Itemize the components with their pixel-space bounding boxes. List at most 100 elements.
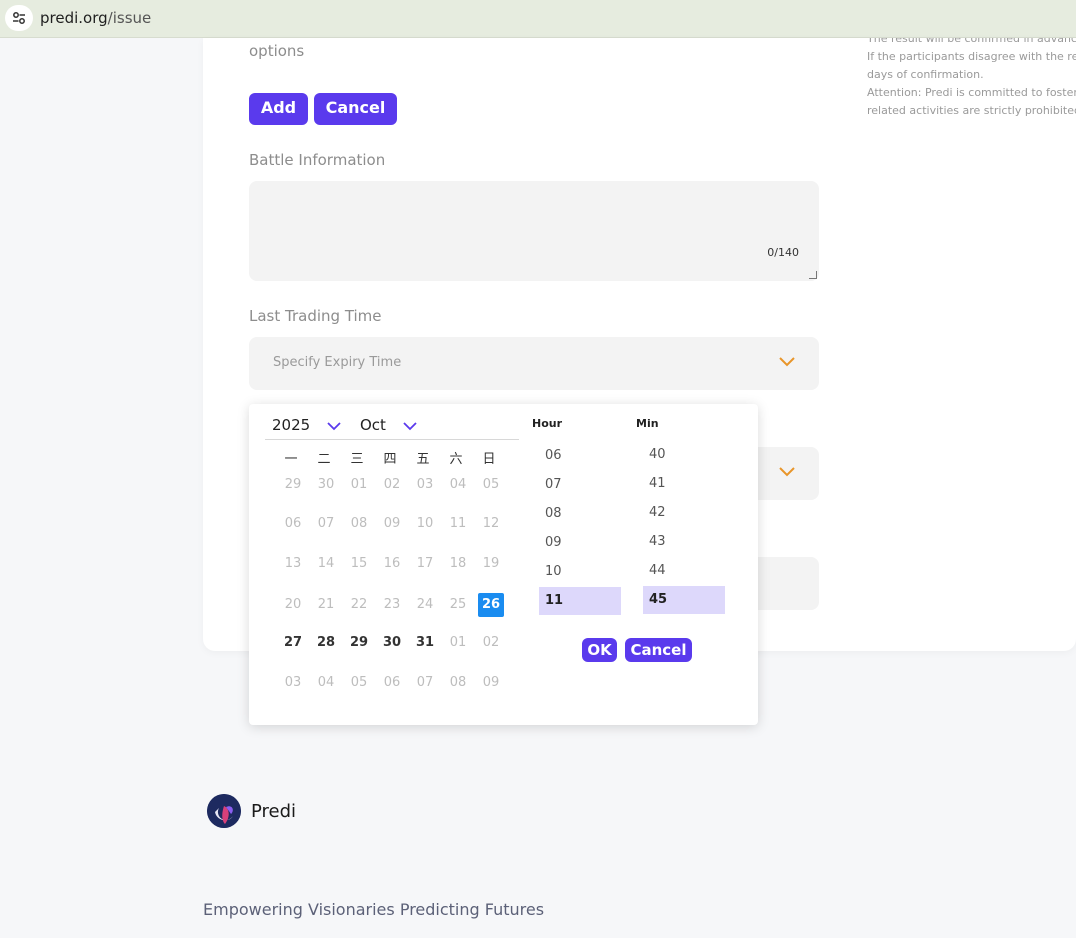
datetime-picker: 2025 Oct 一二三四五六日 29 30 01 02 03 04 05 06 07 08 09 1… <box>249 404 758 725</box>
day-cell[interactable]: 01 <box>346 473 372 497</box>
year-select[interactable]: 2025 <box>272 416 310 434</box>
picker-ok-button[interactable]: OK <box>582 638 617 662</box>
weekday-label: 二 <box>317 452 331 467</box>
hour-option[interactable]: 09 <box>539 529 621 557</box>
day-cell[interactable]: 03 <box>412 473 438 497</box>
weekday-label: 四 <box>383 452 397 467</box>
minute-option[interactable]: 42 <box>643 499 725 527</box>
picker-cancel-button[interactable]: Cancel <box>625 638 692 662</box>
day-cell[interactable]: 29 <box>346 631 372 655</box>
weekday-label: 五 <box>416 452 430 467</box>
day-cell[interactable]: 30 <box>313 473 339 497</box>
expiry-time-select[interactable]: Specify Expiry Time <box>249 337 819 390</box>
weekday-label: 三 <box>350 452 364 467</box>
chevron-down-icon <box>779 467 795 477</box>
day-cell[interactable]: 04 <box>445 473 471 497</box>
weekday-label: 一 <box>284 452 298 467</box>
cancel-button[interactable]: Cancel <box>314 93 397 125</box>
day-cell[interactable]: 05 <box>346 671 372 695</box>
day-cell[interactable]: 30 <box>379 631 405 655</box>
day-cell[interactable]: 05 <box>478 473 504 497</box>
day-cell[interactable]: 18 <box>445 552 471 576</box>
selected-minute-option[interactable]: 45 <box>643 586 725 614</box>
day-cell[interactable]: 15 <box>346 552 372 576</box>
day-cell[interactable]: 08 <box>346 512 372 536</box>
day-cell[interactable]: 09 <box>379 512 405 536</box>
note-line: days of confirmation. <box>867 68 984 81</box>
month-chevron-down-icon[interactable] <box>403 422 417 431</box>
note-line: The result will be confirmed in advance <box>867 38 1076 45</box>
url-domain: predi.org <box>40 9 108 27</box>
day-cell[interactable]: 28 <box>313 631 339 655</box>
day-cell[interactable]: 23 <box>379 593 405 617</box>
day-cell[interactable]: 01 <box>445 631 471 655</box>
hour-option[interactable]: 05 <box>539 436 621 441</box>
weekday-label: 日 <box>482 452 496 467</box>
header-divider <box>265 439 519 440</box>
predi-logo <box>207 794 241 828</box>
minute-list[interactable]: 40 41 42 43 44 45 <box>643 436 725 620</box>
url-path: /issue <box>107 9 152 27</box>
day-cell[interactable]: 24 <box>412 593 438 617</box>
day-cell[interactable]: 19 <box>478 552 504 576</box>
minute-column-title: Min <box>636 417 659 430</box>
resize-handle-icon[interactable] <box>809 271 817 279</box>
battle-information-label: Battle Information <box>249 151 386 169</box>
day-cell[interactable]: 08 <box>445 671 471 695</box>
day-cell[interactable]: 17 <box>412 552 438 576</box>
day-cell[interactable]: 04 <box>313 671 339 695</box>
chevron-down-icon <box>779 357 795 367</box>
expiry-time-placeholder: Specify Expiry Time <box>273 355 402 370</box>
last-trading-time-label: Last Trading Time <box>249 307 382 325</box>
day-cell[interactable]: 13 <box>280 552 306 576</box>
minute-option[interactable]: 41 <box>643 470 725 498</box>
day-cell[interactable]: 02 <box>379 473 405 497</box>
month-select[interactable]: Oct <box>360 416 386 434</box>
hour-list[interactable]: 05060708091011 <box>539 436 621 620</box>
rules-notes: The result will be confirmed in advance … <box>867 38 1076 120</box>
minute-option[interactable]: 40 <box>643 441 725 469</box>
note-line: If the participants disagree with the re… <box>867 50 1076 63</box>
day-cell[interactable]: 16 <box>379 552 405 576</box>
weekday-label: 六 <box>449 452 463 467</box>
day-cell[interactable]: 20 <box>280 593 306 617</box>
day-cell[interactable]: 29 <box>280 473 306 497</box>
day-cell[interactable]: 11 <box>445 512 471 536</box>
day-cell[interactable]: 09 <box>478 671 504 695</box>
site-settings-icon[interactable] <box>5 5 33 31</box>
day-cell[interactable]: 02 <box>478 631 504 655</box>
browser-address-bar: predi.org/issue <box>0 0 1076 38</box>
selected-day-cell[interactable]: 26 <box>478 593 504 617</box>
minute-option[interactable]: 44 <box>643 557 725 585</box>
day-cell[interactable]: 07 <box>313 512 339 536</box>
hour-column-title: Hour <box>532 417 563 430</box>
day-cell[interactable]: 21 <box>313 593 339 617</box>
day-cell[interactable]: 06 <box>280 512 306 536</box>
note-line: Attention: Predi is committed to fosteri… <box>867 86 1076 99</box>
day-cell[interactable]: 31 <box>412 631 438 655</box>
add-button[interactable]: Add <box>249 93 308 125</box>
day-cell[interactable]: 10 <box>412 512 438 536</box>
day-cell[interactable]: 22 <box>346 593 372 617</box>
brand-name: Predi <box>251 801 297 822</box>
options-label: options <box>249 42 305 60</box>
note-line: related activities are strictly prohibit… <box>867 104 1076 117</box>
day-cell[interactable]: 03 <box>280 671 306 695</box>
selected-hour-option[interactable]: 11 <box>539 587 621 615</box>
url-field[interactable]: predi.org/issue <box>40 9 151 27</box>
year-chevron-down-icon[interactable] <box>327 422 341 431</box>
day-cell[interactable]: 14 <box>313 552 339 576</box>
battle-information-textarea[interactable]: 0/140 <box>249 181 819 281</box>
minute-option[interactable]: 43 <box>643 528 725 556</box>
footer-tagline: Empowering Visionaries Predicting Future… <box>203 900 545 919</box>
hour-option[interactable]: 07 <box>539 471 621 499</box>
day-cell[interactable]: 25 <box>445 593 471 617</box>
day-cell[interactable]: 27 <box>280 631 306 655</box>
day-cell[interactable]: 07 <box>412 671 438 695</box>
hour-option[interactable]: 06 <box>539 442 621 470</box>
day-cell[interactable]: 06 <box>379 671 405 695</box>
hour-option[interactable]: 08 <box>539 500 621 528</box>
hour-option[interactable]: 10 <box>539 558 621 586</box>
character-counter: 0/140 <box>767 246 799 259</box>
day-cell[interactable]: 12 <box>478 512 504 536</box>
